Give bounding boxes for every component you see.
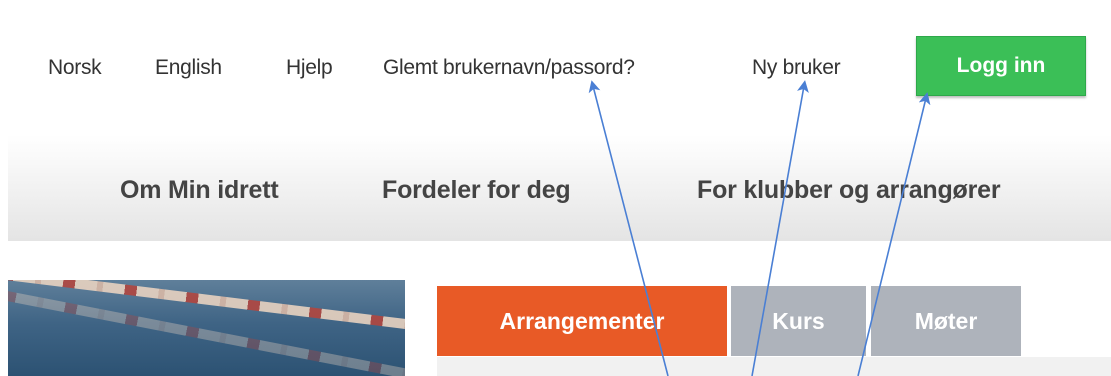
tab-kurs[interactable]: Kurs: [731, 286, 866, 356]
tab-moter[interactable]: Møter: [871, 286, 1021, 356]
nav-item-fordeler[interactable]: Fordeler for deg: [382, 176, 571, 205]
language-english-link[interactable]: English: [155, 56, 222, 80]
new-user-link[interactable]: Ny bruker: [752, 56, 841, 80]
login-button[interactable]: Logg inn: [916, 36, 1086, 96]
tab-label: Kurs: [772, 307, 825, 334]
tab-arrangementer[interactable]: Arrangementer: [437, 286, 727, 356]
login-button-label: Logg inn: [956, 54, 1046, 77]
page: Norsk English Hjelp Glemt brukernavn/pas…: [0, 0, 1111, 376]
main-nav: Om Min idrett Fordeler for deg For klubb…: [8, 135, 1111, 241]
tab-panel: [437, 357, 1111, 376]
hero-image: [8, 280, 405, 376]
forgot-credentials-link[interactable]: Glemt brukernavn/passord?: [383, 56, 635, 80]
language-norsk-link[interactable]: Norsk: [48, 56, 102, 80]
tab-label: Arrangementer: [499, 307, 665, 334]
help-link[interactable]: Hjelp: [286, 56, 333, 80]
tab-label: Møter: [914, 307, 978, 334]
nav-item-klubber[interactable]: For klubber og arrangører: [697, 176, 1001, 205]
nav-item-om-min-idrett[interactable]: Om Min idrett: [120, 176, 279, 205]
